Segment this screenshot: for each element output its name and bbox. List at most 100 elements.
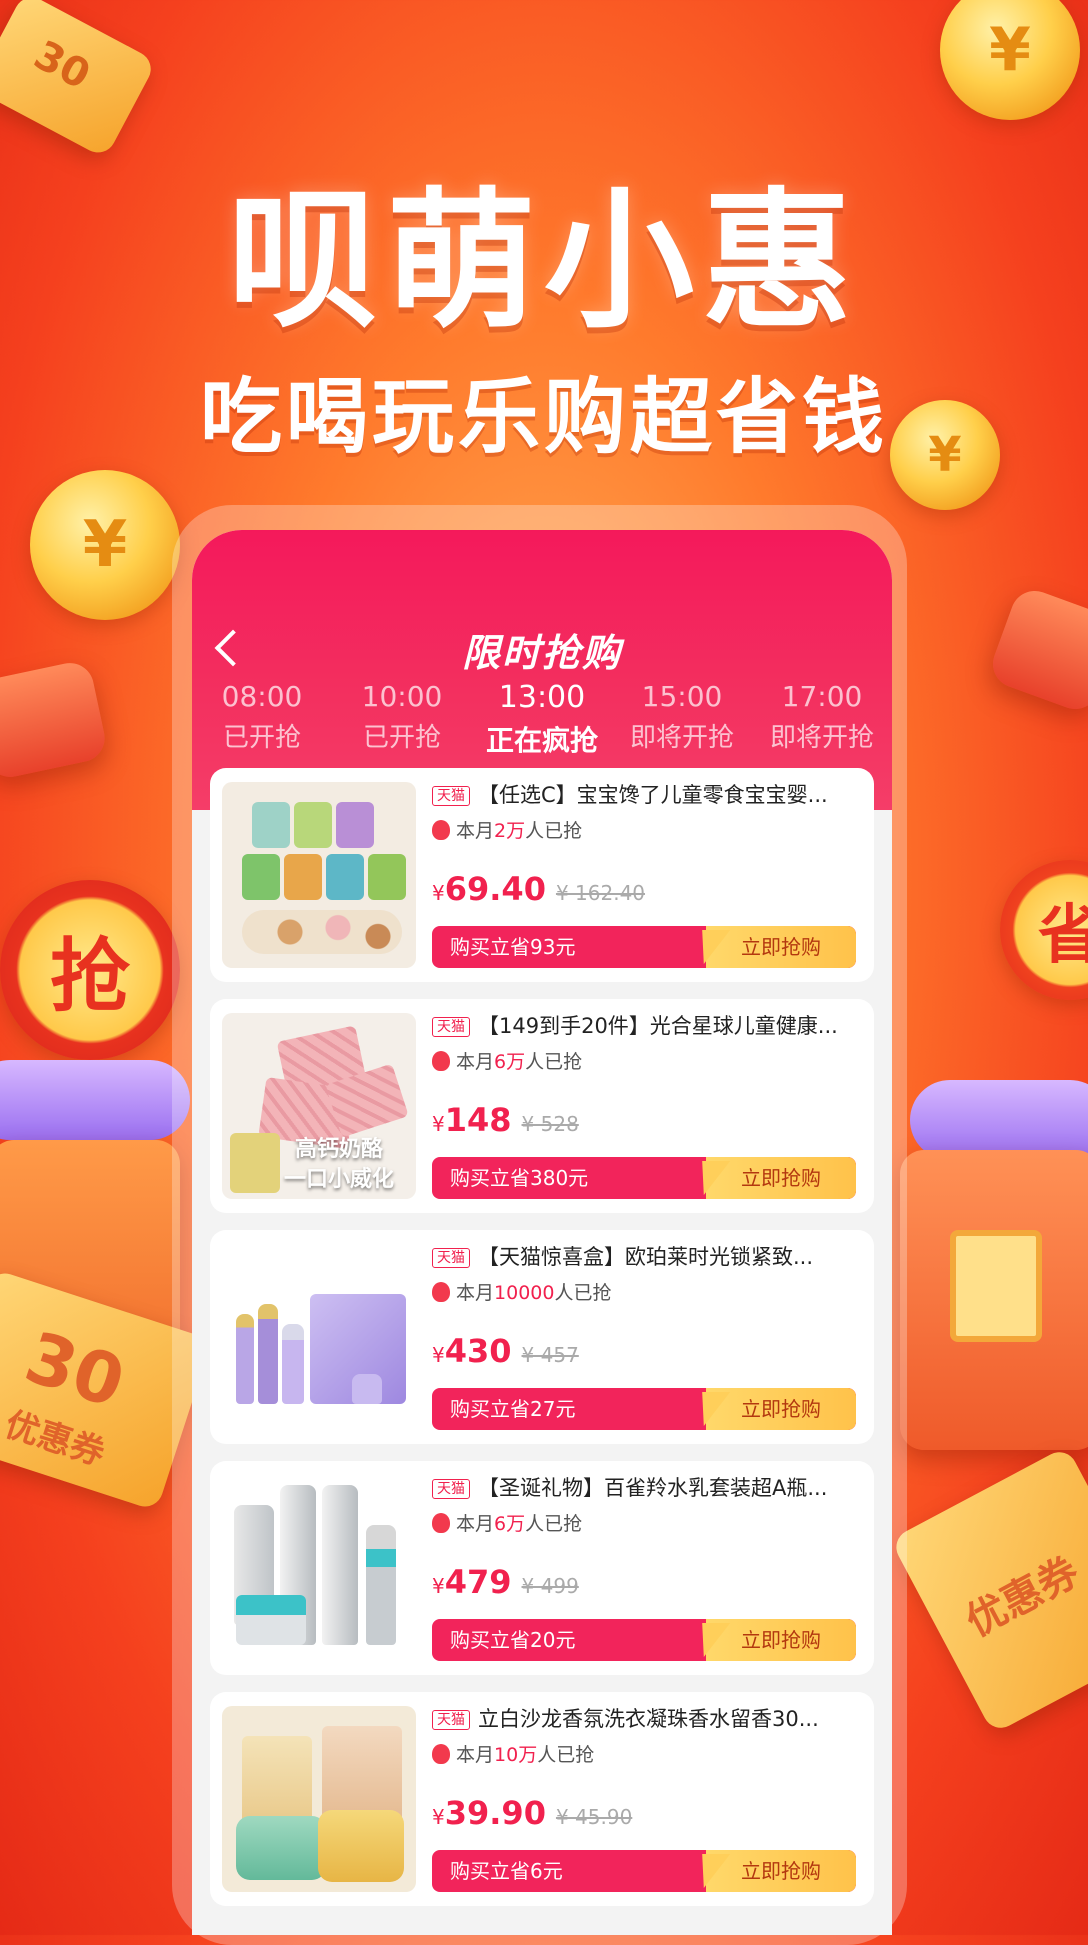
house-decor-right (900, 1150, 1088, 1450)
product-name: 天猫 【天猫惊喜盒】欧珀莱时光锁紧致... (432, 1240, 860, 1274)
current-price: 69.40 (444, 870, 546, 908)
buy-bar[interactable]: 购买立省20元 立即抢购 (432, 1619, 856, 1661)
product-name: 天猫 【圣诞礼物】百雀羚水乳套装超A瓶... (432, 1471, 860, 1505)
savings-text: 购买立省380元 (450, 1166, 589, 1190)
product-image (222, 1475, 416, 1661)
package-decor (368, 854, 406, 900)
sold-count: 本月2万人已抢 (432, 816, 860, 846)
package-decor (284, 854, 322, 900)
window-decor (950, 1230, 1042, 1342)
jar-decor (236, 1595, 306, 1645)
time-slot-1500[interactable]: 15:00 即将开抢 (612, 680, 752, 759)
thumb-caption: 一口小威化 (283, 1167, 394, 1192)
time-slot-1700[interactable]: 17:00 即将开抢 (752, 680, 892, 759)
product-card[interactable]: 天猫 立白沙龙香氛洗衣凝珠香水留香30... 本月10万人已抢 ¥39.90 ¥ 4… (210, 1692, 874, 1906)
sold-count: 本月6万人已抢 (432, 1047, 860, 1077)
hot-flame-icon (432, 819, 450, 840)
phone-screen: 限时抢购 08:00 已开抢 10:00 已开抢 13:00 正在疯抢 15:0… (192, 530, 892, 1935)
current-price: 479 (444, 1563, 512, 1601)
product-name: 天猫 立白沙龙香氛洗衣凝珠香水留香30... (432, 1702, 860, 1736)
coin-icon: ¥ (940, 0, 1080, 120)
tmall-tag: 天猫 (432, 1710, 470, 1730)
time-slot-1300[interactable]: 13:00 正在疯抢 (472, 680, 612, 759)
bottle-decor (366, 1525, 396, 1645)
time-slot-tabs: 08:00 已开抢 10:00 已开抢 13:00 正在疯抢 15:00 即将开… (192, 680, 892, 759)
coupon-ticket-right: 优惠券 (890, 1445, 1088, 1735)
product-card[interactable]: 高钙奶酪 一口小威化 天猫 【149到手20件】光合星球儿童健康... 本月6万人… (210, 999, 874, 1213)
savings-text: 购买立省20元 (450, 1628, 576, 1652)
tmall-tag: 天猫 (432, 786, 470, 806)
package-decor (252, 802, 290, 848)
bottle-decor (236, 1314, 254, 1404)
product-image (222, 1706, 416, 1892)
current-price: 148 (444, 1101, 512, 1139)
product-card[interactable]: 天猫 【任选C】宝宝馋了儿童零食宝宝婴... 本月2万人已抢 ¥69.40 ¥ 16… (210, 768, 874, 982)
original-price: ¥ 45.90 (555, 1805, 633, 1829)
original-price: ¥ 499 (521, 1574, 579, 1598)
product-info: 天猫 【任选C】宝宝馋了儿童零食宝宝婴... 本月2万人已抢 ¥69.40 ¥ 16… (432, 778, 860, 910)
save-badge: 省 (1000, 860, 1088, 1000)
product-info: 天猫 立白沙龙香氛洗衣凝珠香水留香30... 本月10万人已抢 ¥39.90 ¥ 4… (432, 1702, 860, 1834)
price-row: ¥69.40 ¥ 162.40 (432, 870, 646, 908)
savings-text: 购买立省6元 (450, 1859, 563, 1883)
tmall-tag: 天猫 (432, 1248, 470, 1268)
time-slot-1000[interactable]: 10:00 已开抢 (332, 680, 472, 759)
snack-pile-decor (242, 910, 402, 954)
coin-icon: ¥ (30, 470, 180, 620)
banner-subtitle: 吃喝玩乐购超省钱 (199, 370, 888, 465)
red-envelope-decor (986, 584, 1088, 716)
hot-flame-icon (432, 1743, 450, 1764)
buy-bar[interactable]: 购买立省380元 立即抢购 (432, 1157, 856, 1199)
current-price: 430 (444, 1332, 512, 1370)
buy-bar[interactable]: 购买立省6元 立即抢购 (432, 1850, 856, 1892)
time-slot-0800[interactable]: 08:00 已开抢 (192, 680, 332, 759)
pouch-decor (242, 1736, 312, 1826)
buy-bar[interactable]: 购买立省27元 立即抢购 (432, 1388, 856, 1430)
tmall-tag: 天猫 (432, 1479, 470, 1499)
coupon-ticket-top-left: 30 (0, 0, 158, 159)
original-price: ¥ 528 (521, 1112, 579, 1136)
product-card[interactable]: 天猫 【天猫惊喜盒】欧珀莱时光锁紧致... 本月10000人已抢 ¥430 ¥ 45… (210, 1230, 874, 1444)
package-decor (326, 854, 364, 900)
product-info: 天猫 【圣诞礼物】百雀羚水乳套装超A瓶... 本月6万人已抢 ¥479 ¥ 499 (432, 1471, 860, 1603)
savings-text: 购买立省93元 (450, 935, 576, 959)
container-decor (236, 1816, 326, 1880)
original-price: ¥ 457 (521, 1343, 579, 1367)
sold-count: 本月6万人已抢 (432, 1509, 860, 1539)
product-card[interactable]: 天猫 【圣诞礼物】百雀羚水乳套装超A瓶... 本月6万人已抢 ¥479 ¥ 499 … (210, 1461, 874, 1675)
sold-count: 本月10万人已抢 (432, 1740, 860, 1770)
thumb-caption: 高钙奶酪 (294, 1137, 383, 1162)
sold-count: 本月10000人已抢 (432, 1278, 860, 1308)
savings-text: 购买立省27元 (450, 1397, 576, 1421)
product-name: 天猫 【任选C】宝宝馋了儿童零食宝宝婴... (432, 778, 860, 812)
product-info: 天猫 【149到手20件】光合星球儿童健康... 本月6万人已抢 ¥148 ¥ 52… (432, 1009, 860, 1141)
hot-flame-icon (432, 1281, 450, 1302)
hot-flame-icon (432, 1512, 450, 1533)
bottle-decor (282, 1324, 304, 1404)
package-decor (242, 854, 280, 900)
buy-bar[interactable]: 购买立省93元 立即抢购 (432, 926, 856, 968)
product-list: 天猫 【任选C】宝宝馋了儿童零食宝宝婴... 本月2万人已抢 ¥69.40 ¥ 16… (210, 768, 874, 1923)
original-price: ¥ 162.40 (555, 881, 646, 905)
tmall-tag: 天猫 (432, 1017, 470, 1037)
banner-title: 呗萌小惠 (227, 175, 860, 349)
container-decor (318, 1810, 404, 1882)
product-name: 天猫 【149到手20件】光合星球儿童健康... (432, 1009, 860, 1043)
package-decor (336, 802, 374, 848)
jar-decor (352, 1374, 382, 1404)
package-decor (294, 802, 332, 848)
price-row: ¥430 ¥ 457 (432, 1332, 579, 1370)
product-image (222, 1244, 416, 1430)
bottle-decor (258, 1304, 278, 1404)
price-row: ¥148 ¥ 528 (432, 1101, 579, 1139)
price-row: ¥479 ¥ 499 (432, 1563, 579, 1601)
grab-badge: 抢 (0, 880, 180, 1060)
bottle-decor (322, 1485, 358, 1645)
current-price: 39.90 (444, 1794, 546, 1832)
product-image: 高钙奶酪 一口小威化 (222, 1013, 416, 1199)
jar-decor-left (0, 1060, 190, 1140)
product-image (222, 782, 416, 968)
product-info: 天猫 【天猫惊喜盒】欧珀莱时光锁紧致... 本月10000人已抢 ¥430 ¥ 45… (432, 1240, 860, 1372)
red-envelope-decor (0, 658, 110, 782)
jar-decor-right (910, 1080, 1088, 1160)
